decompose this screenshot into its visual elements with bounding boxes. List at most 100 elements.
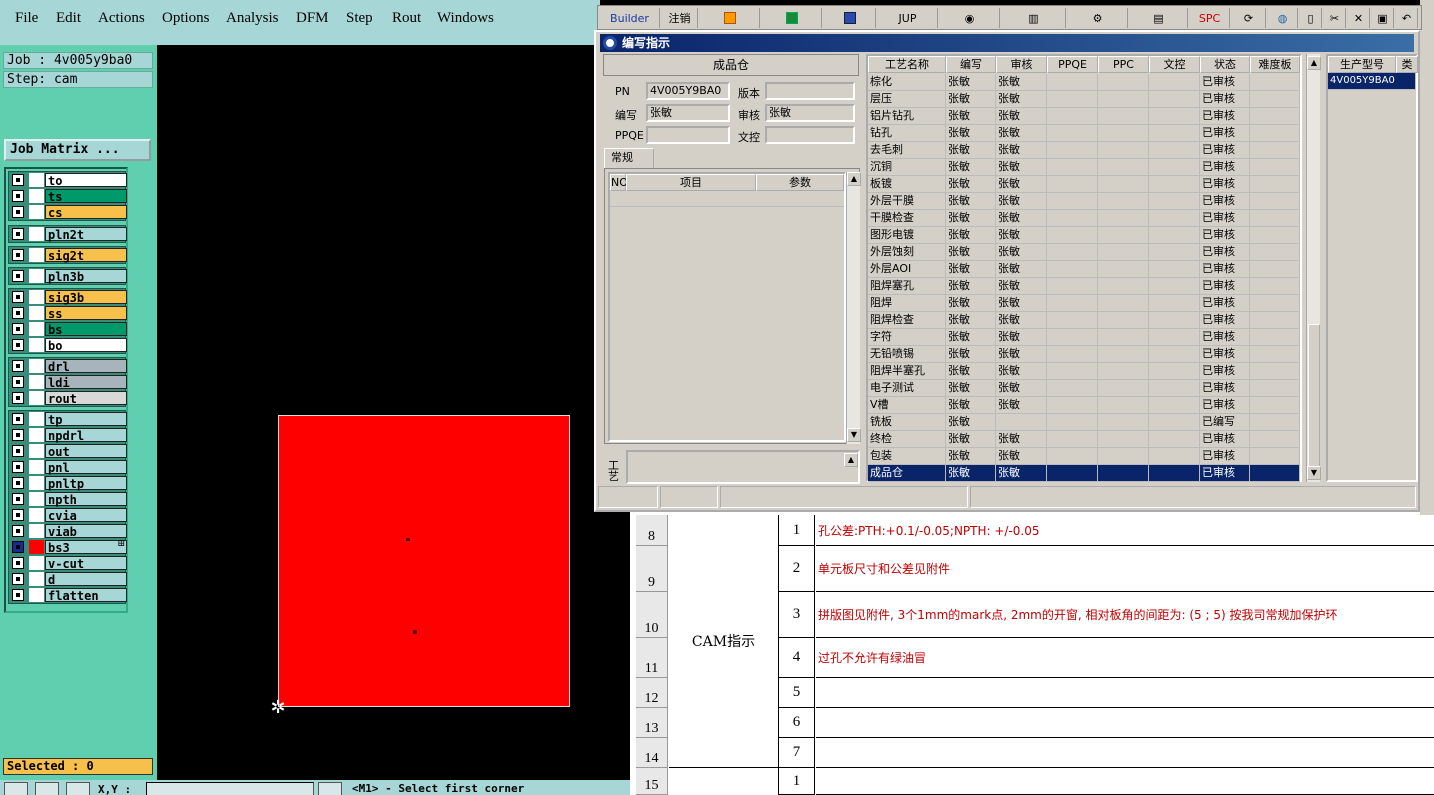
layer-checkbox[interactable] bbox=[12, 541, 24, 553]
layer-checkbox[interactable] bbox=[12, 445, 24, 457]
scroll-up-icon[interactable]: ▲ bbox=[844, 453, 858, 467]
layer-row-bs[interactable]: bs bbox=[9, 321, 127, 337]
jup-button[interactable]: JUP bbox=[878, 8, 938, 28]
menu-actions[interactable]: Actions bbox=[98, 10, 145, 27]
pn-field[interactable]: 4V005Y9BA0 bbox=[646, 82, 730, 100]
layer-row-d[interactable]: d bbox=[9, 571, 127, 587]
process-textarea[interactable]: ▲ bbox=[626, 450, 860, 484]
close-icon[interactable]: ✕ bbox=[1348, 8, 1370, 28]
layer-row-viab[interactable]: viab bbox=[9, 523, 127, 539]
printer-icon[interactable]: ▤ bbox=[1130, 8, 1188, 28]
expand-icon[interactable]: ⊞ bbox=[117, 539, 125, 549]
layer-row-npth[interactable]: npth bbox=[9, 491, 127, 507]
layer-checkbox[interactable] bbox=[12, 249, 24, 261]
layer-row-sig2t[interactable]: sig2t bbox=[9, 247, 127, 263]
menu-rout[interactable]: Rout bbox=[392, 10, 421, 27]
database-icon[interactable]: ▥ bbox=[1002, 8, 1066, 28]
mouse-icon[interactable] bbox=[318, 782, 342, 795]
sync-icon[interactable]: ⟳ bbox=[1232, 8, 1266, 28]
menu-options[interactable]: Options bbox=[162, 10, 210, 27]
layer-checkbox[interactable] bbox=[12, 392, 24, 404]
reviewer-field[interactable]: 张敏 bbox=[765, 104, 855, 122]
scroll-down-icon[interactable]: ▼ bbox=[1307, 466, 1321, 480]
menu-windows[interactable]: Windows bbox=[437, 10, 494, 27]
layer-checkbox[interactable] bbox=[12, 493, 24, 505]
excel-icon[interactable] bbox=[762, 8, 822, 28]
layer-checkbox[interactable] bbox=[12, 509, 24, 521]
cam-item-text[interactable] bbox=[816, 738, 1434, 768]
writer-field[interactable]: 张敏 bbox=[646, 104, 730, 122]
menu-file[interactable]: File bbox=[15, 10, 38, 27]
param-row[interactable] bbox=[610, 191, 844, 207]
layer-checkbox[interactable] bbox=[12, 291, 24, 303]
eye-icon[interactable]: ◉ bbox=[940, 8, 1000, 28]
layer-checkbox[interactable] bbox=[12, 323, 24, 335]
process-col-header[interactable]: 难度板 bbox=[1250, 56, 1300, 73]
layer-checkbox[interactable] bbox=[12, 461, 24, 473]
layer-checkbox[interactable] bbox=[12, 573, 24, 585]
undo-icon[interactable]: ↶ bbox=[1396, 8, 1418, 28]
menu-analysis[interactable]: Analysis bbox=[226, 10, 279, 27]
layer-checkbox[interactable] bbox=[12, 174, 24, 186]
cam-item-text[interactable]: 孔公差:PTH:+0.1/-0.05;NPTH: +/-0.05 bbox=[816, 515, 1434, 546]
layer-checkbox[interactable] bbox=[12, 429, 24, 441]
layer-checkbox[interactable] bbox=[12, 376, 24, 388]
scroll-up-icon[interactable]: ▲ bbox=[847, 172, 861, 186]
builder-button[interactable]: Builder bbox=[600, 8, 660, 28]
layer-row-cvia[interactable]: cvia bbox=[9, 507, 127, 523]
layer-row-drl[interactable]: drl bbox=[9, 358, 127, 374]
layer-checkbox[interactable] bbox=[12, 525, 24, 537]
gears-icon[interactable]: ⚙ bbox=[1068, 8, 1128, 28]
ppqe-field[interactable] bbox=[646, 126, 730, 144]
layer-row-bo[interactable]: bo bbox=[9, 337, 127, 353]
cam-item-text[interactable] bbox=[816, 708, 1434, 738]
layer-row-ss[interactable]: ss bbox=[9, 305, 127, 321]
job-matrix-button[interactable]: Job Matrix ... bbox=[4, 139, 151, 161]
layer-row-flatten[interactable]: flatten bbox=[9, 587, 127, 603]
process-col-header[interactable]: 状态 bbox=[1200, 56, 1250, 73]
layer-checkbox[interactable] bbox=[12, 190, 24, 202]
cam-item-text[interactable]: 单元板尺寸和公差见附件 bbox=[816, 546, 1434, 592]
layer-row-to[interactable]: to bbox=[9, 172, 127, 188]
model-row[interactable]: 4V005Y9BA0 bbox=[1328, 73, 1416, 90]
cam-item-text[interactable] bbox=[816, 768, 1434, 795]
xy-input[interactable] bbox=[146, 782, 314, 795]
scroll-thumb[interactable] bbox=[1308, 324, 1320, 474]
layer-checkbox[interactable] bbox=[12, 589, 24, 601]
process-col-header[interactable]: 工艺名称 bbox=[868, 56, 946, 73]
logout-button[interactable]: 注销 bbox=[662, 8, 698, 28]
cam-item-text[interactable]: 过孔不允许有绿油冒 bbox=[816, 638, 1434, 678]
menu-edit[interactable]: Edit bbox=[56, 10, 81, 27]
menu-dfm[interactable]: DFM bbox=[296, 10, 329, 27]
doc-control-field[interactable] bbox=[765, 126, 855, 144]
layer-checkbox[interactable] bbox=[12, 307, 24, 319]
process-col-header[interactable]: 文控 bbox=[1149, 56, 1200, 73]
layer-row-pln3b[interactable]: pln3b bbox=[9, 268, 127, 284]
scroll-up-icon[interactable]: ▲ bbox=[1307, 56, 1321, 70]
layer-row-tp[interactable]: tp bbox=[9, 411, 127, 427]
layer-row-pnl[interactable]: pnl bbox=[9, 459, 127, 475]
snap-icon[interactable] bbox=[4, 782, 28, 795]
cam-item-text[interactable]: 拼版图见附件, 3个1mm的mark点, 2mm的开窗, 相对板角的间距为: (… bbox=[816, 592, 1434, 638]
tab-general[interactable]: 常规 bbox=[604, 148, 654, 168]
version-field[interactable] bbox=[765, 82, 855, 100]
layer-checkbox[interactable] bbox=[12, 477, 24, 489]
process-col-header[interactable]: 审核 bbox=[996, 56, 1047, 73]
process-col-header[interactable]: PPC bbox=[1098, 56, 1149, 73]
scroll-down-icon[interactable]: ▼ bbox=[847, 428, 861, 442]
layer-row-ldi[interactable]: ldi bbox=[9, 374, 127, 390]
word-icon[interactable] bbox=[824, 8, 876, 28]
layer-row-rout[interactable]: rout bbox=[9, 390, 127, 406]
process-col-header[interactable]: PPQE bbox=[1047, 56, 1098, 73]
menu-step[interactable]: Step bbox=[346, 10, 373, 27]
layer-checkbox[interactable] bbox=[12, 557, 24, 569]
spc-button[interactable]: SPC bbox=[1190, 8, 1230, 28]
param-scrollbar[interactable]: ▲ ▼ bbox=[846, 172, 861, 444]
process-scrollbar[interactable]: ▲ ▼ bbox=[1306, 54, 1321, 482]
layer-row-sig3b[interactable]: sig3b bbox=[9, 289, 127, 305]
layer-row-v-cut[interactable]: v-cut bbox=[9, 555, 127, 571]
layer-checkbox[interactable] bbox=[12, 228, 24, 240]
layer-checkbox[interactable] bbox=[12, 413, 24, 425]
layer-checkbox[interactable] bbox=[12, 270, 24, 282]
layer-row-bs3[interactable]: bs3 ⊞ bbox=[9, 539, 127, 555]
